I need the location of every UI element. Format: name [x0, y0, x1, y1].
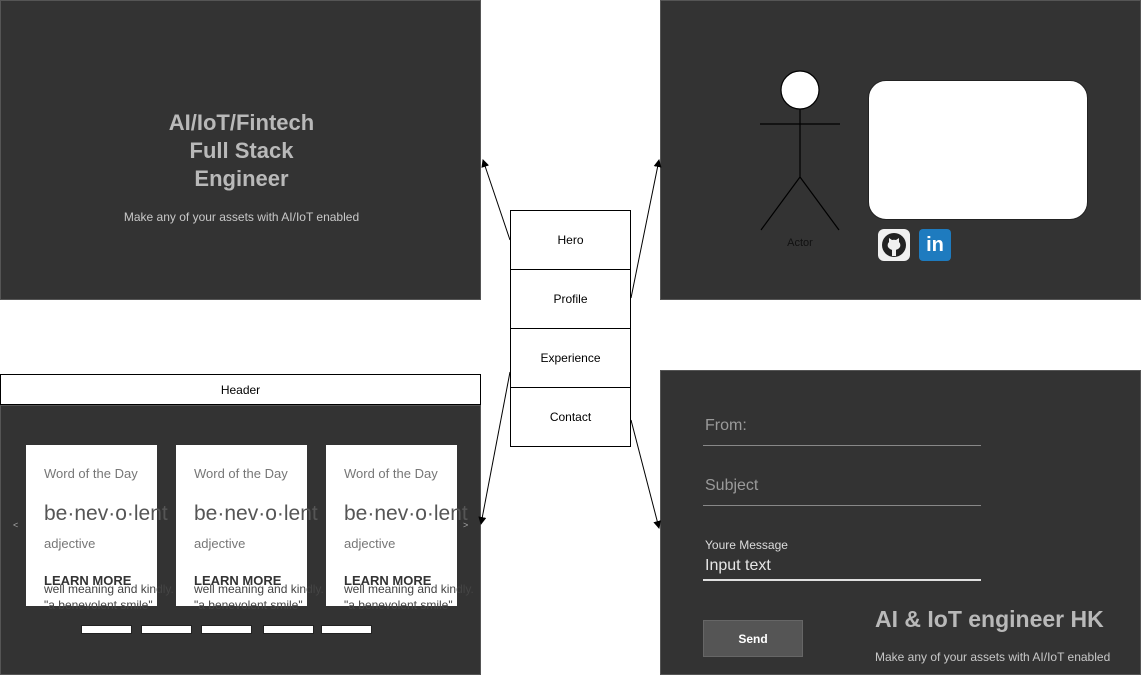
arrow-contact: [630, 419, 662, 529]
connector-layer: [478, 159, 662, 529]
arrow-profile: [630, 159, 662, 299]
arrow-hero: [481, 159, 511, 241]
arrow-experience: [478, 371, 511, 525]
